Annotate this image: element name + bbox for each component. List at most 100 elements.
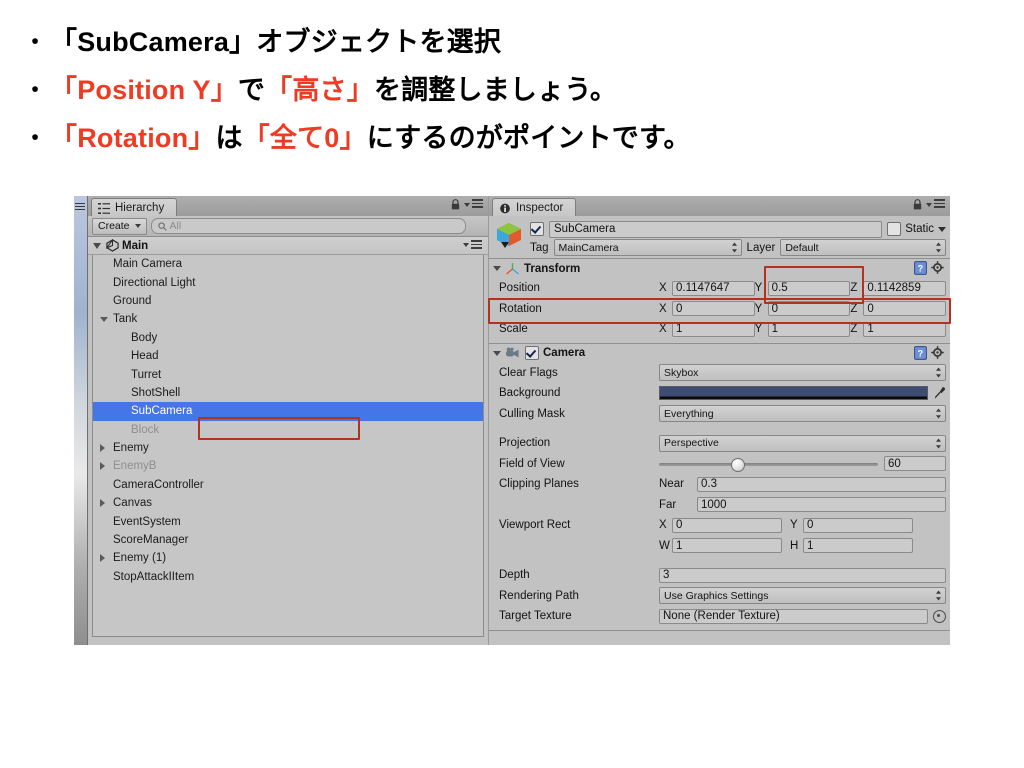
slide-bullet-list: • 「SubCamera」オブジェクトを選択 • 「Position Y」で「高… [20,22,1000,166]
transform-scale-label: Scale [499,323,528,336]
field-of-view-row: Field of View 60 [489,454,950,475]
eyedropper-icon[interactable] [934,386,946,400]
culling-mask-dropdown[interactable]: Everything [659,405,946,423]
hierarchy-item-subcamera[interactable]: SubCamera [93,402,483,421]
static-checkbox[interactable] [887,222,902,236]
target-texture-field[interactable]: None (Render Texture) [659,608,928,624]
chevron-right-icon[interactable] [100,462,105,471]
hierarchy-item-directional-light[interactable]: Directional Light [93,273,483,291]
hierarchy-item-head[interactable]: Head [93,347,483,365]
chevron-down-icon[interactable] [100,317,108,323]
culling-mask-row: Culling Mask Everything [489,404,950,425]
transform-header[interactable]: Transform ? [489,259,950,278]
scene-root-row[interactable]: Main [88,237,488,255]
field-of-view-slider[interactable] [659,457,878,472]
clear-flags-label: Clear Flags [499,366,558,379]
inspector-body: SubCamera Static Tag MainCamera Layer De… [488,216,951,645]
slider-knob[interactable] [731,457,746,472]
hierarchy-item-ground[interactable]: Ground [93,292,483,310]
chevron-down-icon[interactable] [93,242,101,249]
transform-position-y-field[interactable]: 0.5 [767,280,851,296]
transform-position-z-field[interactable]: 0.1142859 [863,280,947,296]
clear-flags-dropdown[interactable]: Skybox [659,364,946,382]
panel-menu-icon[interactable] [926,199,945,210]
clipping-far-row: Far 1000 [489,495,950,516]
transform-position-x-field[interactable]: 0.1147647 [672,280,755,296]
layer-dropdown[interactable]: Default [780,239,946,256]
hierarchy-item-stopattackiitem[interactable]: StopAttackIItem [93,568,483,586]
hierarchy-item-main-camera[interactable]: Main Camera [93,255,483,273]
transform-rotation-row: Rotation X 0 Y 0 Z 0 [489,299,950,320]
scene-row-menu-icon[interactable] [463,240,482,251]
lock-icon[interactable] [451,199,460,210]
hierarchy-item-label: Turret [131,368,162,381]
camera-header[interactable]: Camera ? [489,344,950,363]
gear-icon[interactable] [931,345,945,360]
hierarchy-item-enemyb[interactable]: EnemyB [93,457,483,475]
updown-arrows-icon [936,367,941,378]
chevron-down-icon[interactable] [493,350,501,356]
rendering-path-dropdown[interactable]: Use Graphics Settings [659,587,946,605]
transform-position-vector: X 0.1147647 Y 0.5 Z 0.1142859 [659,280,950,296]
viewport-x-field[interactable]: 0 [672,517,782,533]
chevron-right-icon[interactable] [100,554,105,563]
lock-icon[interactable] [913,199,922,210]
object-name-value: SubCamera [554,223,616,235]
static-toggle-group[interactable]: Static [887,222,946,236]
hierarchy-item-canvas[interactable]: Canvas [93,494,483,512]
chevron-down-icon[interactable] [938,226,946,232]
transform-rotation-x-field[interactable]: 0 [672,301,755,317]
hierarchy-item-shotshell[interactable]: ShotShell [93,384,483,402]
projection-dropdown[interactable]: Perspective [659,434,946,452]
hierarchy-item-enemy-1[interactable]: Enemy (1) [93,549,483,567]
hierarchy-item-scoremanager[interactable]: ScoreManager [93,531,483,549]
chevron-right-icon[interactable] [100,443,105,452]
create-button[interactable]: Create [92,217,147,235]
near-field[interactable]: 0.3 [697,476,946,492]
info-icon [500,203,510,213]
axis-label-y: Y [754,302,763,315]
hierarchy-item-enemy[interactable]: Enemy [93,439,483,457]
viewport-y-field[interactable]: 0 [803,517,913,533]
hierarchy-tree[interactable]: Main Camera Directional Light Ground Tank Bo… [92,255,484,637]
help-book-icon[interactable]: ? [914,345,927,360]
transform-rotation-y-field[interactable]: 0 [767,301,851,317]
transform-scale-y-field[interactable]: 1 [767,321,851,337]
chevron-right-icon[interactable] [100,499,105,508]
tab-hierarchy[interactable]: Hierarchy [91,198,178,217]
depth-field[interactable]: 3 [659,567,946,583]
transform-scale-x-field[interactable]: 1 [672,321,755,337]
tab-inspector[interactable]: Inspector [492,198,577,217]
hierarchy-item-cameracontroller[interactable]: CameraController [93,476,483,494]
inspector-header-controls [913,199,945,210]
transform-scale-z-field[interactable]: 1 [863,321,947,337]
hierarchy-item-tank[interactable]: Tank [93,310,483,328]
scene-panel-menu-icon[interactable] [75,203,85,212]
far-field[interactable]: 1000 [697,497,946,513]
background-color-swatch[interactable] [659,386,928,401]
field-of-view-value-field[interactable]: 60 [884,456,946,472]
hierarchy-item-block[interactable]: Block [93,421,483,439]
viewport-h-field[interactable]: 1 [803,538,913,554]
panel-menu-icon[interactable] [464,199,483,210]
rendering-path-row: Rendering Path Use Graphics Settings [489,586,950,607]
transform-scale-x-value: 1 [676,323,683,336]
gear-icon[interactable] [931,261,945,275]
camera-enabled-checkbox[interactable] [525,346,539,360]
chevron-down-icon[interactable] [493,266,501,271]
unity-editor-screenshot: Hierarchy Create All Main Main Camera Di… [74,196,951,645]
help-book-icon[interactable]: ? [914,261,927,275]
hierarchy-item-body[interactable]: Body [93,329,483,347]
transform-rows: Position X 0.1147647 Y 0.5 Z 0.1142859 Rotation… [489,278,950,340]
search-input[interactable]: All [150,218,466,234]
axis-label-x: X [659,302,667,315]
viewport-w-field[interactable]: 1 [672,538,782,554]
object-name-field[interactable]: SubCamera [549,220,883,238]
scene-name-label: Main [122,239,149,252]
object-picker-icon[interactable] [933,609,946,623]
hierarchy-item-eventsystem[interactable]: EventSystem [93,512,483,530]
tag-dropdown[interactable]: MainCamera [553,239,742,256]
object-enabled-checkbox[interactable] [530,222,544,236]
hierarchy-item-turret[interactable]: Turret [93,365,483,383]
transform-rotation-z-field[interactable]: 0 [863,301,947,317]
